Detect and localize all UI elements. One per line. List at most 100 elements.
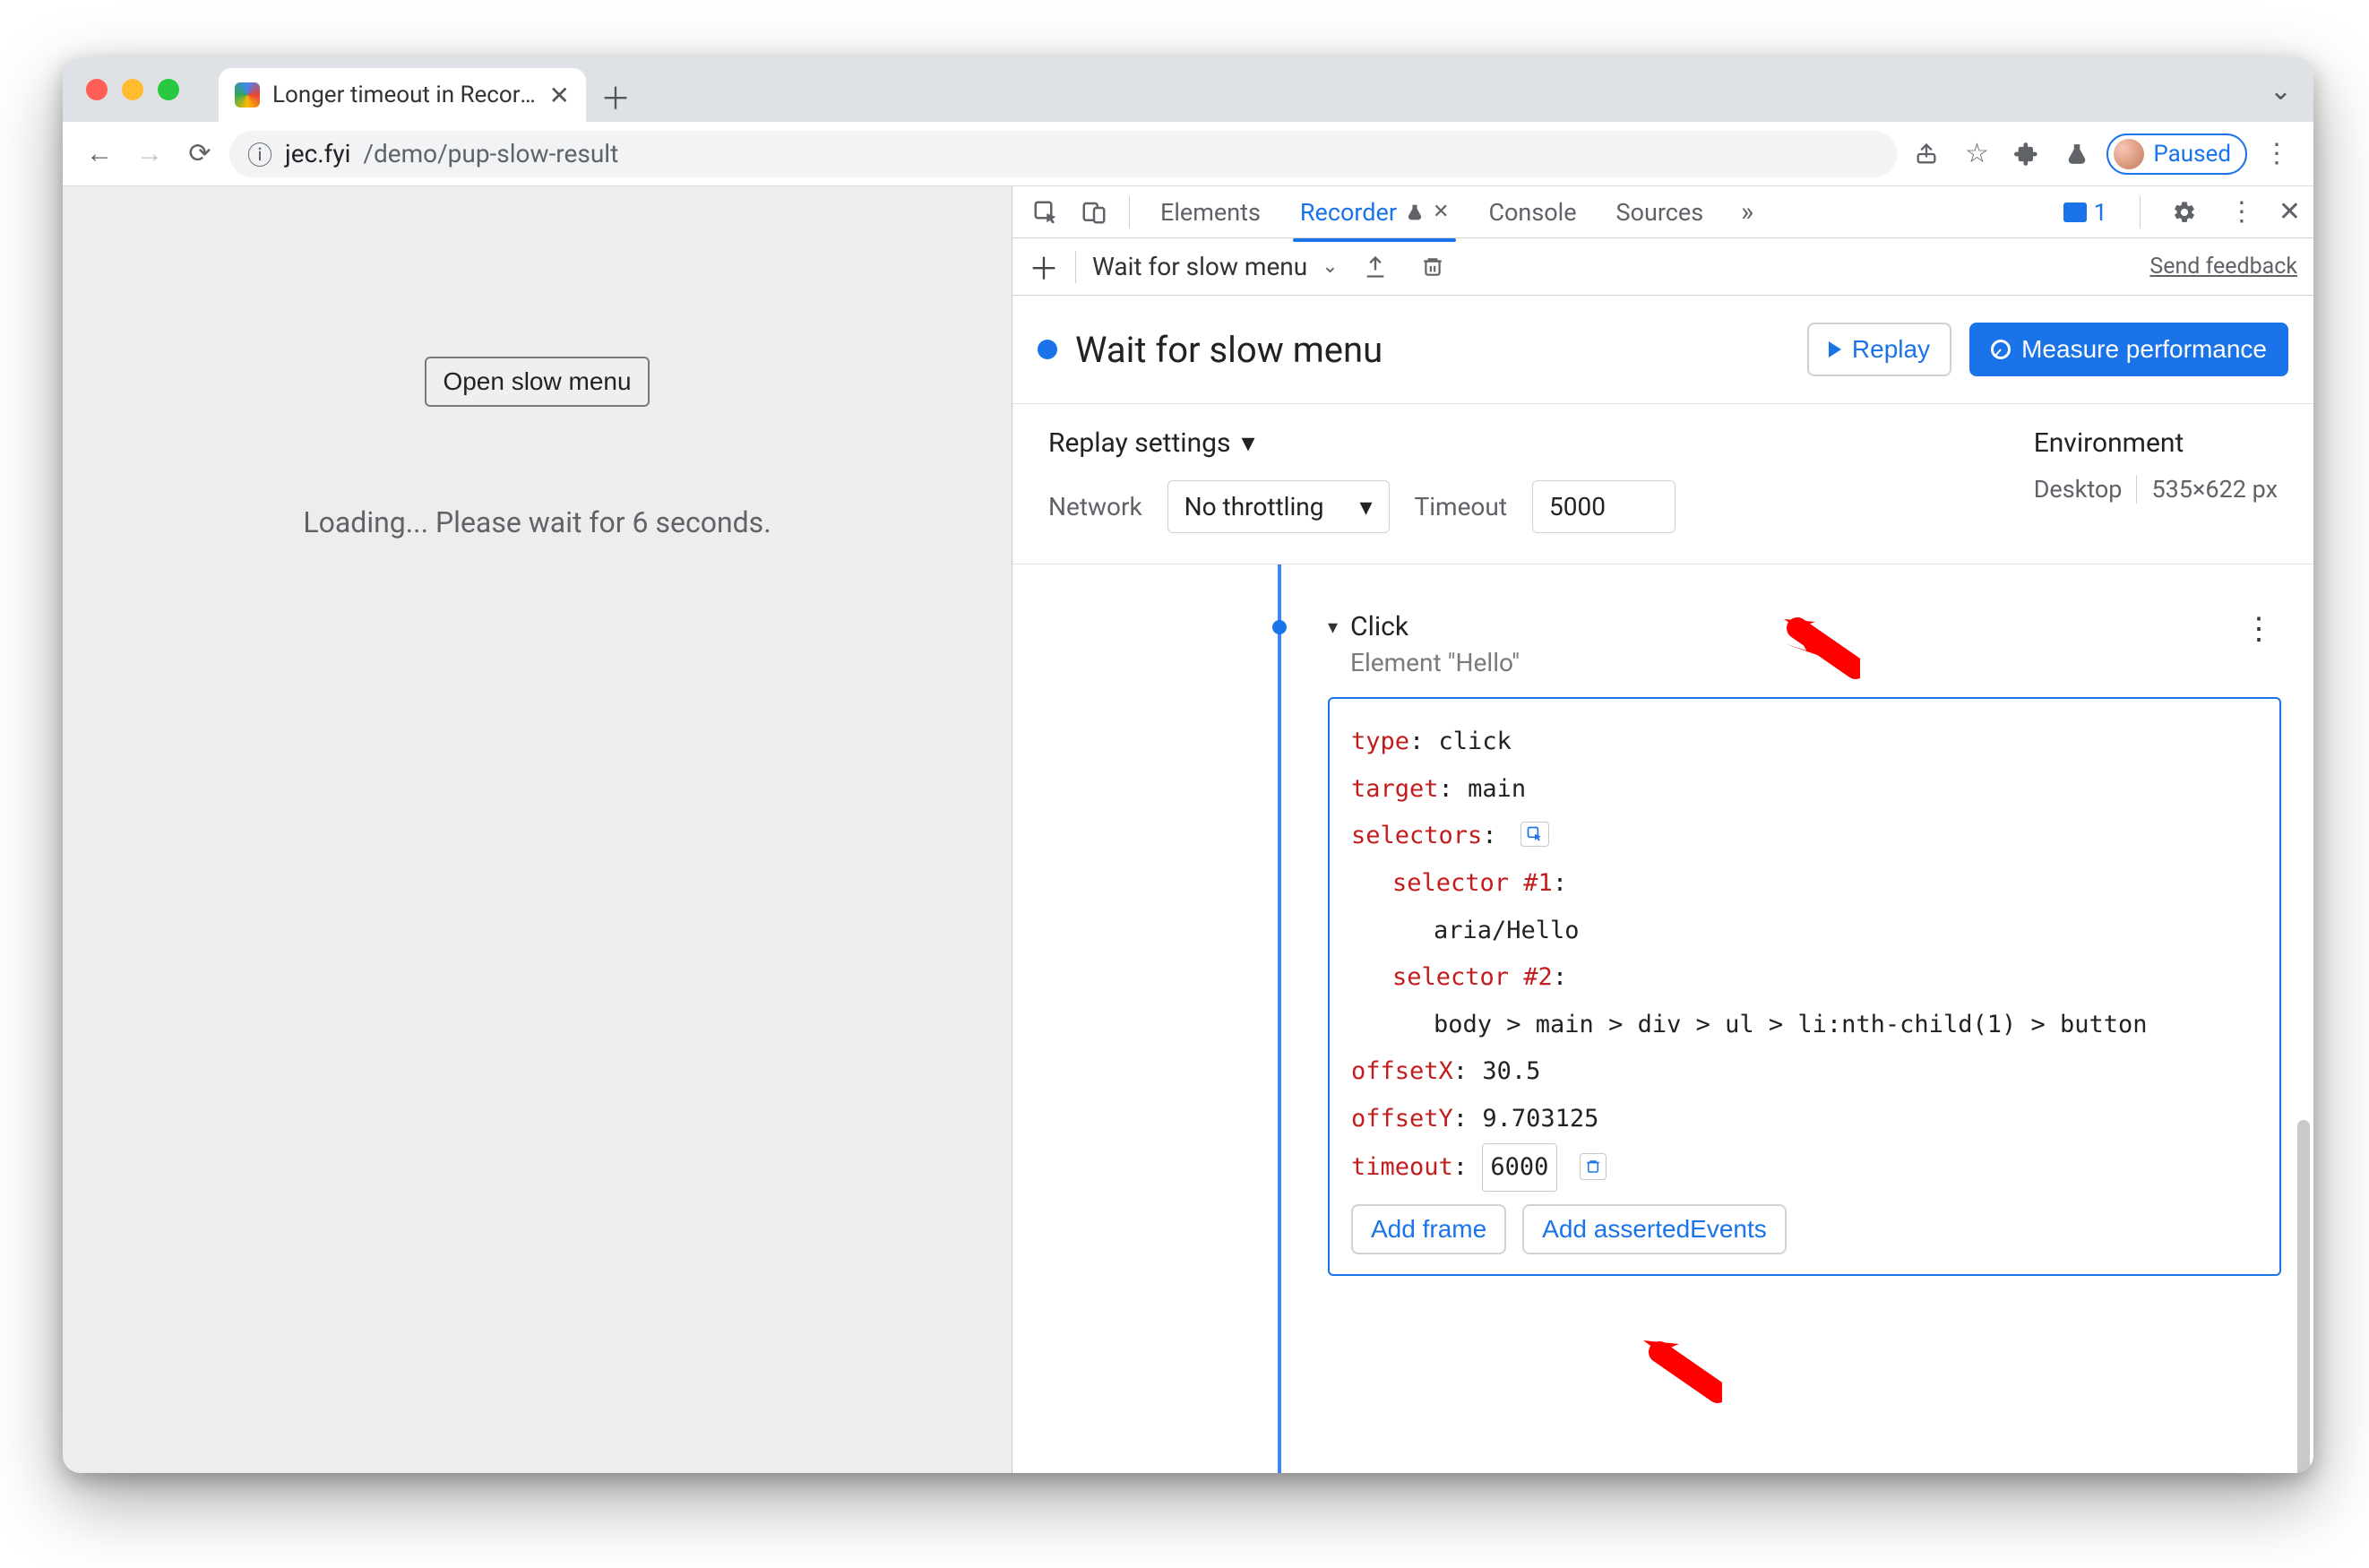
steps-area: ▾ Click Element "Hello" ⋮ type: click ta…	[1012, 564, 2313, 1473]
devtools-tabbar: Elements Recorder ✕ Console Sources » 1	[1012, 186, 2313, 238]
profile-label: Paused	[2153, 141, 2231, 168]
tab-elements[interactable]: Elements	[1144, 193, 1277, 232]
val-target[interactable]: main	[1468, 775, 1526, 803]
key-target: target	[1351, 775, 1439, 803]
chevron-down-icon: ⌄	[1322, 255, 1338, 278]
key-offsetx: offsetX	[1351, 1057, 1453, 1085]
add-frame-button[interactable]: Add frame	[1351, 1204, 1506, 1254]
recorder-title: Wait for slow menu	[1075, 329, 1789, 371]
caret-down-icon: ▾	[1359, 492, 1372, 521]
profile-chip[interactable]: Paused	[2106, 134, 2247, 175]
close-window-button[interactable]	[86, 79, 108, 100]
tab-overflow-icon[interactable]: ⌄	[2270, 75, 2292, 107]
val-offsety[interactable]: 9.703125	[1482, 1105, 1598, 1133]
reload-button[interactable]: ⟳	[179, 134, 220, 175]
more-tabs-icon[interactable]: »	[1727, 192, 1768, 233]
environment-device: Desktop	[2034, 475, 2123, 504]
extensions-icon[interactable]	[2006, 134, 2047, 175]
step-editor: type: click target: main selectors: sele…	[1328, 697, 2281, 1276]
minimize-window-button[interactable]	[122, 79, 143, 100]
url-host: jec.fyi	[285, 139, 350, 168]
export-icon[interactable]	[1355, 246, 1396, 288]
recorder-toolbar: ＋ Wait for slow menu ⌄ Send feedback	[1012, 238, 2313, 296]
step-header[interactable]: ▾ Click Element "Hello" ⋮	[1328, 581, 2281, 677]
tab-recorder[interactable]: Recorder ✕	[1284, 193, 1466, 232]
devtools-close-icon[interactable]: ✕	[2279, 196, 2301, 228]
tab-strip: Longer timeout in Recorder ✕ ＋ ⌄	[63, 57, 2313, 122]
chrome-menu-icon[interactable]: ⋮	[2256, 134, 2297, 175]
devtools-panel: Elements Recorder ✕ Console Sources » 1	[1012, 186, 2313, 1473]
timeout-label: Timeout	[1415, 492, 1507, 521]
step-title: Click	[1350, 611, 1520, 642]
selector-picker-icon[interactable]	[1520, 822, 1549, 847]
flask-icon	[1406, 203, 1424, 221]
gauge-icon	[1991, 340, 2011, 359]
add-asserted-events-button[interactable]: Add assertedEvents	[1522, 1204, 1787, 1254]
address-bar[interactable]: ⓘ jec.fyi/demo/pup-slow-result	[229, 131, 1897, 177]
environment-label: Environment	[2034, 427, 2278, 459]
share-icon[interactable]	[1906, 134, 1947, 175]
forward-button[interactable]: →	[129, 134, 170, 175]
devtools-menu-icon[interactable]: ⋮	[2221, 192, 2262, 233]
inspect-element-icon[interactable]	[1025, 192, 1066, 233]
avatar-icon	[2114, 139, 2144, 169]
tab-title: Longer timeout in Recorder	[272, 82, 537, 108]
measure-performance-button[interactable]: Measure performance	[1969, 323, 2288, 376]
key-selectors: selectors	[1351, 822, 1482, 849]
send-feedback-link[interactable]: Send feedback	[2149, 254, 2297, 280]
delete-recording-icon[interactable]	[1412, 246, 1453, 288]
back-button[interactable]: ←	[79, 134, 120, 175]
add-recording-button[interactable]: ＋	[1029, 245, 1059, 289]
settings-gear-icon[interactable]	[2164, 192, 2205, 233]
browser-window: Longer timeout in Recorder ✕ ＋ ⌄ ← → ⟳ ⓘ…	[63, 57, 2313, 1473]
timeline-dot	[1272, 620, 1287, 634]
val-type[interactable]: click	[1439, 728, 1512, 755]
replay-settings-toggle[interactable]: Replay settings ▾	[1048, 427, 1980, 459]
status-dot-icon	[1038, 340, 1057, 359]
step-timeout-input[interactable]: 6000	[1482, 1143, 1557, 1193]
window-controls	[86, 79, 179, 100]
throttling-value: No throttling	[1184, 492, 1324, 521]
network-label: Network	[1048, 492, 1142, 521]
timeline-line	[1278, 564, 1281, 1473]
caret-down-icon: ▾	[1328, 616, 1338, 639]
rendered-page: Open slow menu Loading... Please wait fo…	[63, 186, 1012, 1473]
device-toolbar-icon[interactable]	[1073, 192, 1115, 233]
url-path: /demo/pup-slow-result	[363, 139, 618, 168]
val-selector-2[interactable]: body > main > div > ul > li:nth-child(1)…	[1351, 1002, 2258, 1049]
scrollbar-thumb[interactable]	[2297, 1120, 2310, 1473]
recorder-header: Wait for slow menu Replay Measure perfor…	[1012, 296, 2313, 404]
close-tab-icon[interactable]: ✕	[549, 81, 570, 110]
val-offsetx[interactable]: 30.5	[1482, 1057, 1540, 1085]
key-selector-2: selector #2	[1392, 963, 1553, 991]
delete-timeout-icon[interactable]	[1580, 1153, 1607, 1180]
zoom-window-button[interactable]	[158, 79, 179, 100]
recording-selector[interactable]: Wait for slow menu ⌄	[1092, 252, 1339, 281]
site-info-icon[interactable]: ⓘ	[247, 136, 272, 172]
close-panel-icon[interactable]: ✕	[1433, 201, 1449, 223]
key-selector-1: selector #1	[1392, 869, 1553, 897]
loading-text: Loading... Please wait for 6 seconds.	[303, 505, 771, 539]
replay-button[interactable]: Replay	[1807, 323, 1951, 376]
favicon-icon	[235, 82, 260, 108]
labs-icon[interactable]	[2056, 134, 2098, 175]
timeout-input[interactable]: 5000	[1532, 480, 1676, 533]
bookmark-icon[interactable]: ☆	[1956, 134, 1997, 175]
issues-count: 1	[2094, 198, 2107, 227]
key-timeout: timeout	[1351, 1153, 1453, 1181]
open-slow-menu-button[interactable]: Open slow menu	[425, 357, 649, 407]
toolbar: ← → ⟳ ⓘ jec.fyi/demo/pup-slow-result ☆	[63, 122, 2313, 186]
new-tab-button[interactable]: ＋	[593, 73, 638, 118]
issues-chip[interactable]: 1	[2055, 196, 2116, 228]
replay-settings-section: Replay settings ▾ Network No throttling …	[1012, 404, 2313, 564]
content-split: Open slow menu Loading... Please wait fo…	[63, 186, 2313, 1473]
tab-console[interactable]: Console	[1472, 193, 1592, 232]
key-type: type	[1351, 728, 1409, 755]
tab-sources[interactable]: Sources	[1600, 193, 1720, 232]
environment-dimensions: 535×622 px	[2136, 475, 2278, 504]
step-menu-icon[interactable]: ⋮	[2244, 611, 2281, 647]
val-selector-1[interactable]: aria/Hello	[1351, 908, 2258, 955]
throttling-select[interactable]: No throttling ▾	[1167, 480, 1390, 533]
browser-tab-active[interactable]: Longer timeout in Recorder ✕	[219, 68, 586, 122]
step-subtitle: Element "Hello"	[1350, 648, 1520, 677]
